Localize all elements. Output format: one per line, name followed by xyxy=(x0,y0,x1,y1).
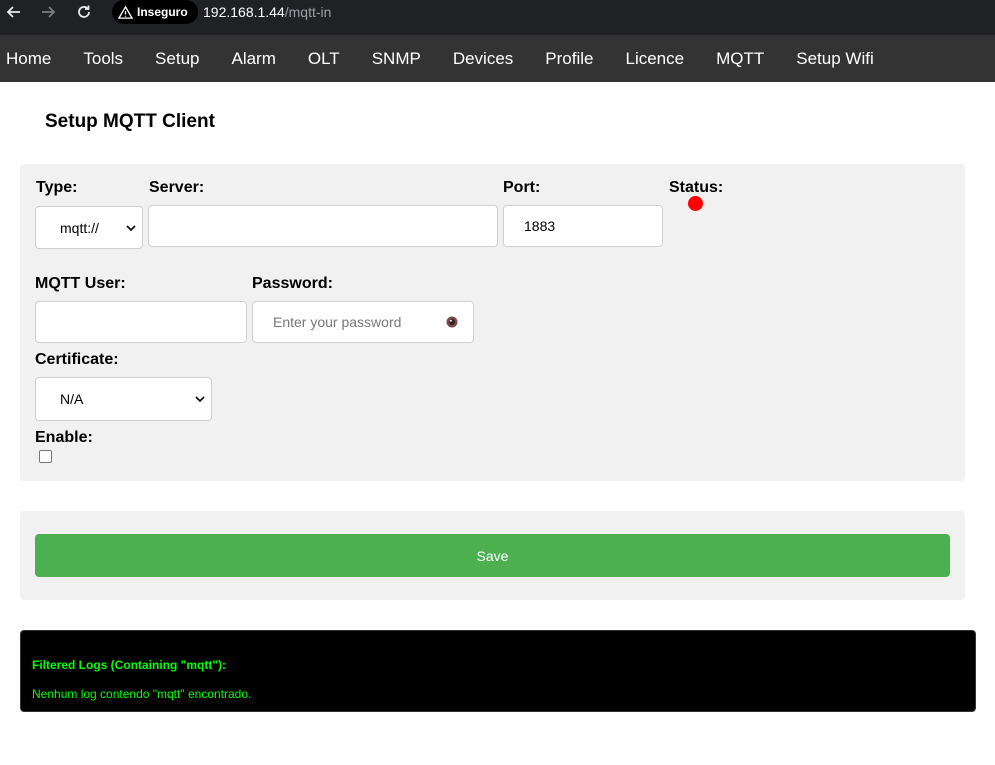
security-label: Inseguro xyxy=(137,5,188,19)
nav-setup[interactable]: Setup xyxy=(155,49,199,69)
certificate-label: Certificate: xyxy=(35,351,119,368)
nav-profile[interactable]: Profile xyxy=(545,49,593,69)
logs-message: Nenhum log contendo "mqtt" encontrado. xyxy=(32,687,252,701)
nav-alarm[interactable]: Alarm xyxy=(231,49,275,69)
back-arrow-icon[interactable] xyxy=(5,3,25,21)
chevron-down-icon xyxy=(126,224,136,231)
nav-tools[interactable]: Tools xyxy=(83,49,123,69)
save-button[interactable]: Save xyxy=(35,534,950,577)
page-title: Setup MQTT Client xyxy=(45,111,215,132)
warning-icon xyxy=(118,5,133,19)
browser-toolbar: Inseguro 192.168.1.44/mqtt-in xyxy=(0,0,995,35)
top-nav: Home Tools Setup Alarm OLT SNMP Devices … xyxy=(0,35,995,82)
url-host: 192.168.1.44 xyxy=(203,4,285,20)
server-input[interactable] xyxy=(169,206,477,246)
certificate-select-value: N/A xyxy=(60,391,84,407)
enable-label: Enable: xyxy=(35,429,93,446)
security-indicator[interactable]: Inseguro xyxy=(112,0,198,24)
nav-mqtt[interactable]: MQTT xyxy=(716,49,764,69)
nav-devices[interactable]: Devices xyxy=(453,49,513,69)
port-field[interactable] xyxy=(503,205,663,247)
nav-olt[interactable]: OLT xyxy=(308,49,340,69)
certificate-select[interactable]: N/A xyxy=(35,377,212,421)
type-select-value: mqtt:// xyxy=(60,219,99,236)
address-bar[interactable]: 192.168.1.44/mqtt-in xyxy=(203,4,331,20)
mqtt-user-label: MQTT User: xyxy=(35,275,126,292)
nav-snmp[interactable]: SNMP xyxy=(372,49,421,69)
password-label: Password: xyxy=(252,275,333,292)
server-label: Server: xyxy=(149,179,205,196)
eye-icon[interactable] xyxy=(445,315,459,329)
mqtt-user-field[interactable] xyxy=(35,301,247,343)
type-label: Type: xyxy=(36,179,78,196)
password-field[interactable] xyxy=(252,301,474,343)
port-input[interactable] xyxy=(524,206,642,246)
logs-title: Filtered Logs (Containing "mqtt"): xyxy=(32,658,227,672)
password-input[interactable] xyxy=(273,302,453,342)
reload-icon[interactable] xyxy=(75,3,95,21)
port-label: Port: xyxy=(503,179,541,196)
enable-checkbox[interactable] xyxy=(39,450,52,463)
nav-home[interactable]: Home xyxy=(6,49,51,69)
type-select[interactable]: mqtt:// xyxy=(35,206,143,249)
url-path: /mqtt-in xyxy=(284,4,332,20)
status-label: Status: xyxy=(669,179,724,196)
nav-setup-wifi[interactable]: Setup Wifi xyxy=(796,49,873,69)
chevron-down-icon xyxy=(195,396,205,403)
forward-arrow-icon[interactable] xyxy=(39,3,59,21)
mqtt-user-input[interactable] xyxy=(56,302,226,342)
status-indicator xyxy=(688,196,703,211)
server-field[interactable] xyxy=(148,205,498,247)
nav-licence[interactable]: Licence xyxy=(625,49,684,69)
logs-panel: Filtered Logs (Containing "mqtt"): Nenhu… xyxy=(20,630,976,712)
